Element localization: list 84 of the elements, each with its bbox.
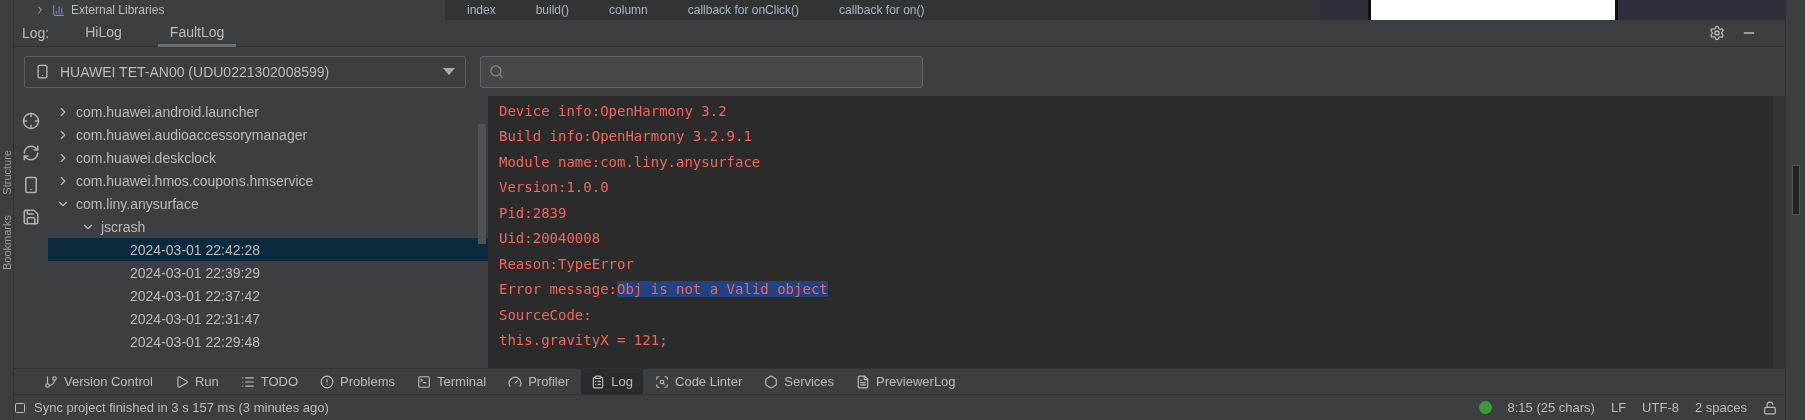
terminal-icon bbox=[417, 374, 431, 389]
save-icon[interactable] bbox=[22, 208, 40, 226]
tool-window-tab[interactable]: TODO bbox=[230, 369, 309, 394]
settings-icon[interactable] bbox=[1709, 25, 1725, 41]
breadcrumb[interactable]: callback for onClick() bbox=[687, 3, 800, 17]
log-line: this.gravityX = 121; bbox=[499, 331, 669, 351]
tree-item-label: com.huawei.hmos.coupons.hmservice bbox=[76, 172, 314, 189]
log-line: Error message:Obj is not a Valid object bbox=[499, 280, 829, 300]
tree-item-label: com.huawei.deskclock bbox=[76, 149, 217, 166]
tree-item[interactable]: com.huawei.hmos.coupons.hmservice bbox=[48, 169, 488, 192]
log-label: Log: bbox=[22, 25, 50, 41]
list-icon bbox=[240, 374, 255, 389]
tool-window-tab[interactable]: Version Control bbox=[34, 369, 163, 394]
side-tool-label[interactable]: Bookmarks bbox=[0, 214, 13, 270]
refresh-icon[interactable] bbox=[22, 144, 40, 162]
log-line: Build info:OpenHarmony 3.2.9.1 bbox=[499, 127, 753, 147]
tool-window-tab[interactable]: PreviewerLog bbox=[846, 369, 966, 394]
search-icon[interactable] bbox=[489, 64, 504, 79]
square-icon[interactable] bbox=[14, 401, 26, 414]
tree-item[interactable]: 2024-03-01 22:37:42 bbox=[48, 284, 488, 307]
log-line: Reason:TypeError bbox=[499, 254, 635, 274]
alert-icon bbox=[320, 374, 335, 389]
tool-window-tab[interactable]: Run bbox=[164, 369, 229, 394]
tree-item[interactable]: 2024-03-01 22:29:48 bbox=[48, 330, 488, 353]
play-icon bbox=[174, 374, 189, 389]
breadcrumb[interactable]: index bbox=[467, 3, 496, 17]
phone-icon bbox=[35, 64, 50, 79]
tree-item-label: 2024-03-01 22:29:48 bbox=[130, 333, 260, 350]
log-tab[interactable]: HiLog bbox=[73, 19, 134, 47]
log-line: Uid:20040008 bbox=[499, 229, 602, 249]
tree-item-label: jscrash bbox=[101, 218, 146, 235]
log-line: SourceCode: bbox=[499, 305, 593, 325]
breadcrumb[interactable]: build() bbox=[535, 3, 570, 17]
status-message: Sync project finished in 3 s 157 ms (3 minutes ago) bbox=[34, 400, 329, 415]
log-line: Pid:2839 bbox=[499, 203, 568, 223]
status-dot-icon bbox=[1478, 401, 1492, 414]
meter-icon bbox=[1791, 165, 1800, 215]
tool-window-tab[interactable]: Code Linter bbox=[645, 369, 753, 394]
unlock-icon[interactable] bbox=[1763, 400, 1777, 415]
log-line: Module name:com.liny.anysurface bbox=[499, 152, 762, 172]
tree-item[interactable]: com.huawei.audioaccessorymanager bbox=[48, 123, 488, 146]
tree-item-label: 2024-03-01 22:42:28 bbox=[130, 241, 260, 258]
document-icon bbox=[856, 374, 871, 389]
tree-item[interactable]: 2024-03-01 22:31:47 bbox=[48, 307, 488, 330]
log-line: Version:1.0.0 bbox=[499, 178, 610, 198]
tree-item-label: com.liny.anysurface bbox=[76, 195, 199, 212]
caret-icon bbox=[443, 68, 455, 75]
status-item[interactable]: 8:15 (25 chars) bbox=[1507, 400, 1595, 415]
gauge-icon bbox=[508, 374, 523, 389]
tool-window-tab[interactable]: Profiler bbox=[498, 369, 580, 394]
project-tree-item[interactable]: External Libraries bbox=[71, 3, 165, 17]
scrollbar[interactable] bbox=[478, 124, 486, 244]
tree-item[interactable]: com.liny.anysurface bbox=[48, 192, 488, 215]
tree-item-label: 2024-03-01 22:39:29 bbox=[130, 264, 260, 281]
tool-window-tab[interactable]: Problems bbox=[310, 369, 405, 394]
tree-item[interactable]: jscrash bbox=[48, 215, 488, 238]
hexagon-icon bbox=[764, 374, 779, 389]
crosshair-icon[interactable] bbox=[22, 112, 40, 130]
side-tool-label[interactable]: Structure bbox=[0, 150, 13, 195]
status-item[interactable]: LF bbox=[1610, 400, 1627, 415]
tool-window-tab[interactable]: Log bbox=[581, 369, 643, 394]
phone-icon[interactable] bbox=[22, 176, 40, 194]
breadcrumb[interactable]: column bbox=[609, 3, 648, 17]
magnifier-icon bbox=[655, 374, 669, 389]
breadcrumb[interactable]: callback for on() bbox=[839, 3, 925, 17]
status-item[interactable]: 2 spaces bbox=[1694, 400, 1747, 415]
device-dropdown[interactable]: HUAWEI TET-AN00 (UDU0221302008599) bbox=[24, 55, 466, 88]
tree-item[interactable]: com.huawei.android.launcher bbox=[48, 100, 488, 123]
tree-item[interactable]: com.huawei.deskclock bbox=[48, 146, 488, 169]
log-line: Device info:OpenHarmony 3.2 bbox=[499, 101, 728, 121]
tree-item[interactable]: 2024-03-01 22:39:29 bbox=[48, 261, 488, 284]
branch-icon bbox=[44, 374, 58, 389]
tree-item[interactable]: 2024-03-01 22:42:28 bbox=[48, 238, 488, 261]
search-field[interactable] bbox=[480, 55, 923, 88]
library-icon bbox=[52, 3, 65, 17]
tree-item-label: com.huawei.android.launcher bbox=[76, 103, 259, 120]
status-item[interactable]: UTF-8 bbox=[1642, 400, 1679, 415]
tool-window-tab[interactable]: Terminal bbox=[407, 369, 497, 394]
tree-item-label: com.huawei.audioaccessorymanager bbox=[76, 126, 308, 143]
log-tab[interactable]: FaultLog bbox=[157, 19, 237, 47]
tree-item-label: 2024-03-01 22:31:47 bbox=[130, 310, 260, 327]
tree-item-label: 2024-03-01 22:37:42 bbox=[130, 287, 260, 304]
clipboard-icon bbox=[591, 374, 606, 389]
tool-window-tab[interactable]: Services bbox=[754, 369, 845, 394]
